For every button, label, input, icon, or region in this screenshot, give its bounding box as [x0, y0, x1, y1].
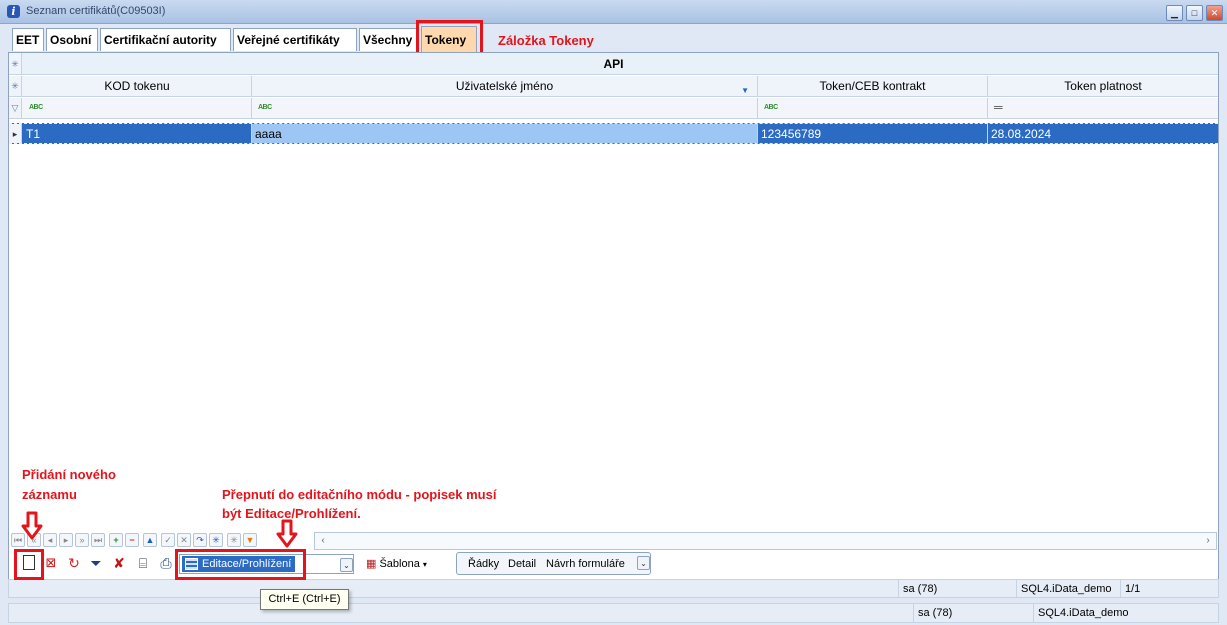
status-user: sa (78)	[913, 604, 1033, 622]
mode-highlight-box	[175, 549, 306, 580]
menu-item-radky[interactable]: Řádky	[468, 553, 499, 575]
asterisk-icon: ✳	[9, 53, 22, 74]
chevron-down-icon[interactable]: ⌄	[340, 558, 353, 572]
tab-eet[interactable]: EET	[12, 28, 44, 51]
refresh-button[interactable]: ↻	[64, 553, 84, 573]
dropdown-arrow-icon: ▾	[422, 560, 427, 569]
filter-cell-kod[interactable]: ABC	[23, 98, 252, 118]
menu-item-navrh-formulare[interactable]: Návrh formuláře	[546, 553, 625, 575]
cell-platnost[interactable]: 28.08.2024	[988, 124, 1218, 143]
scroll-right-icon[interactable]: ›	[1200, 533, 1216, 549]
template-icon: ▦	[366, 558, 377, 570]
horizontal-scrollbar[interactable]: ‹ ›	[314, 532, 1217, 550]
column-header-kod[interactable]: KOD tokenu	[23, 76, 252, 96]
window-titlebar: i Seznam certifikátů(C09503I) ▁ □ ✕	[0, 0, 1227, 24]
filter-cell-platnost[interactable]: ═	[988, 98, 1218, 118]
delete-record-button[interactable]: ⊠	[41, 553, 61, 573]
close-button[interactable]: ✕	[1206, 5, 1223, 21]
tab-annotation: Záložka Tokeny	[498, 33, 594, 48]
columns-button[interactable]: ⌸	[133, 553, 153, 573]
status-bar-secondary: sa (78) SQL4.iData_demo	[8, 603, 1219, 623]
next-page-icon[interactable]: »	[75, 533, 89, 547]
delete-record-icon[interactable]: −	[125, 533, 139, 547]
template-label: Šablona	[379, 558, 420, 570]
cell-kod[interactable]: T1	[23, 124, 252, 143]
asterisk-clear-icon[interactable]: ✳	[227, 533, 241, 547]
chevron-down-icon[interactable]: ⌄	[637, 556, 650, 570]
tab-certifikacni-autority[interactable]: Certifikační autority	[100, 28, 231, 51]
status-database: SQL4.iData_demo	[1033, 604, 1137, 622]
abc-filter-icon: ABC	[764, 104, 778, 111]
mode-annotation-line1: Přepnutí do editačního módu - popisek mu…	[222, 487, 497, 502]
template-menu[interactable]: ▦ Šablona ▾	[366, 554, 427, 574]
tab-vsechny[interactable]: Všechny	[359, 28, 419, 51]
abc-filter-icon: ABC	[258, 104, 272, 111]
column-header-kontrakt[interactable]: Token/CEB kontrakt	[758, 76, 988, 96]
asterisk-filter-icon[interactable]: ✳	[209, 533, 223, 547]
group-header-label: API	[603, 57, 624, 71]
grid-panel: ✳ API ✳ KOD tokenu Uživatelské jméno ▼ T…	[8, 52, 1219, 594]
status-page: 1/1	[1120, 580, 1160, 597]
filter-row: ▽ ABC ABC ABC ═	[9, 98, 1218, 119]
filter-button[interactable]: ⏷	[86, 553, 106, 573]
column-header-platnost[interactable]: Token platnost	[988, 76, 1218, 96]
sort-descending-icon: ▼	[741, 86, 749, 95]
row-pointer-icon: ▸	[9, 124, 22, 143]
prev-record-icon[interactable]: ◂	[43, 533, 57, 547]
window-title: Seznam certifikátů(C09503I)	[26, 5, 166, 17]
add-annotation-line2: záznamu	[22, 487, 77, 502]
filter-cell-kontrakt[interactable]: ABC	[758, 98, 988, 118]
filter-cell-jmeno[interactable]: ABC	[252, 98, 758, 118]
print-button[interactable]: ⎙	[156, 553, 176, 573]
status-user: sa (78)	[898, 580, 1016, 597]
column-header-row: ✳ KOD tokenu Uživatelské jméno ▼ Token/C…	[9, 76, 1218, 97]
move-up-icon[interactable]: ▲	[143, 533, 157, 547]
tab-osobni[interactable]: Osobní	[46, 28, 98, 51]
insert-record-icon[interactable]: +	[109, 533, 123, 547]
equals-filter-icon: ═	[994, 100, 1003, 114]
view-menu-group: Řádky Detail Návrh formuláře ⌄	[456, 552, 651, 575]
abc-filter-icon: ABC	[29, 104, 43, 111]
menu-item-detail[interactable]: Detail	[508, 553, 536, 575]
cell-jmeno[interactable]: aaaa	[252, 124, 758, 143]
minimize-button[interactable]: ▁	[1166, 5, 1183, 21]
column-header-jmeno[interactable]: Uživatelské jméno ▼	[252, 76, 758, 96]
arrow-down-icon	[21, 511, 43, 540]
add-annotation-line1: Přidání nového	[22, 467, 116, 482]
tab-verejne-certifikaty[interactable]: Veřejné certifikáty	[233, 28, 357, 51]
next-record-icon[interactable]: ▸	[59, 533, 73, 547]
info-app-icon: i	[7, 5, 20, 18]
maximize-button[interactable]: □	[1186, 5, 1203, 21]
filter-orange-icon[interactable]: ▼	[243, 533, 257, 547]
cancel-edit-icon[interactable]: ✕	[177, 533, 191, 547]
new-record-highlight-box	[14, 549, 44, 580]
cell-kontrakt[interactable]: 123456789	[758, 124, 988, 143]
post-edit-icon[interactable]: ✓	[161, 533, 175, 547]
filter-funnel-icon: ▽	[9, 98, 22, 118]
table-row[interactable]: ▸ T1 aaaa 123456789 28.08.2024	[9, 123, 1218, 144]
arrow-down-icon	[276, 519, 298, 548]
clear-filter-button[interactable]: ✘	[109, 553, 129, 573]
status-database: SQL4.iData_demo	[1016, 580, 1120, 597]
refresh-icon[interactable]: ↷	[193, 533, 207, 547]
status-bar: sa (78) SQL4.iData_demo 1/1	[8, 579, 1219, 598]
asterisk-icon: ✳	[9, 76, 22, 96]
column-header-label: Uživatelské jméno	[455, 79, 554, 93]
scroll-left-icon[interactable]: ‹	[315, 533, 331, 549]
last-record-icon[interactable]: ⏭	[91, 533, 105, 547]
shortcut-tooltip: Ctrl+E (Ctrl+E)	[260, 589, 349, 610]
grid-group-header: ✳ API	[9, 53, 1218, 75]
